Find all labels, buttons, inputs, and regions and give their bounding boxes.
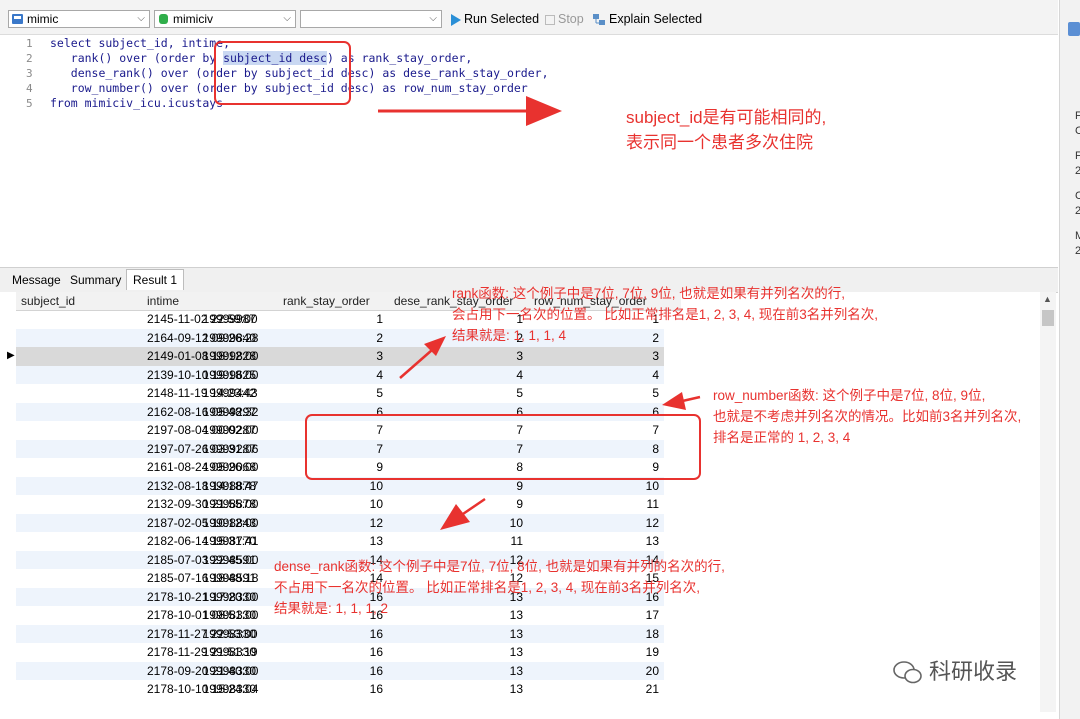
annotation-subject-id: subject_id是有可能相同的, 表示同一个患者多次住院	[626, 105, 826, 155]
annotation-line: 排名是正常的 1, 2, 3, 4	[713, 430, 851, 445]
annotation-line: 会占用下一名次的位置。 比如正常排名是1, 2, 3, 4, 现在前3名并列名次…	[452, 307, 879, 322]
annotation-row-number: row_number函数: 这个例子中是7位, 8位, 9位, 也就是不考虑并列…	[713, 385, 1021, 448]
wechat-icon	[893, 661, 922, 684]
annotation-line: 结果就是: 1, 1, 1, 4	[452, 328, 567, 343]
annotation-rank: rank函数: 这个例子中是7位, 7位, 9位, 也就是如果有并列名次的行, …	[452, 283, 878, 346]
annotation-line: 不占用下一名次的位置。 比如正常排名是1, 2, 3, 4, 现在前3名并列名次…	[274, 580, 701, 595]
annotation-line: subject_id是有可能相同的,	[626, 108, 827, 127]
annotation-line: 表示同一个患者多次住院	[626, 133, 813, 152]
watermark: 科研收录	[893, 654, 1017, 686]
annotation-line: row_number函数: 这个例子中是7位, 8位, 9位,	[713, 388, 986, 403]
annotation-line: dense_rank函数: 这个例子中是7位, 7位, 8位, 也就是如果有并列…	[274, 559, 725, 574]
annotation-line: 结果就是: 1, 1, 1, 2	[274, 601, 389, 616]
annotation-line: 也就是不考虑并列名次的情况。比如前3名并列名次,	[713, 409, 1022, 424]
annotation-dense-rank: dense_rank函数: 这个例子中是7位, 7位, 8位, 也就是如果有并列…	[274, 556, 725, 619]
annotation-line: rank函数: 这个例子中是7位, 7位, 9位, 也就是如果有并列名次的行,	[452, 286, 846, 301]
watermark-text: 科研收录	[929, 659, 1018, 684]
